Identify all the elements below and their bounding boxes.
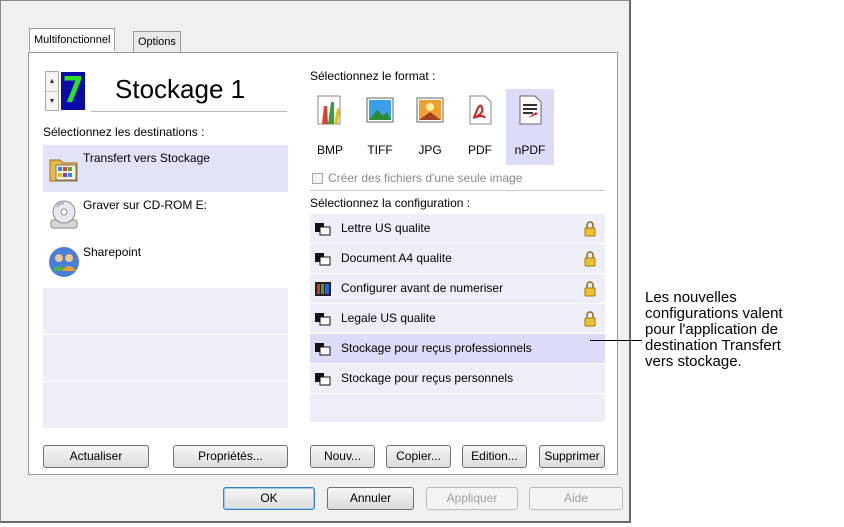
properties-button[interactable]: Propriétés... (173, 445, 288, 468)
cd-rom-icon (50, 200, 78, 229)
pdf-icon (469, 95, 492, 125)
jpg-icon (416, 97, 444, 123)
delete-config-button[interactable]: Supprimer (539, 445, 605, 468)
format-tiff-label: TIFF (367, 143, 393, 157)
config-item-label: Legale US qualite (341, 311, 436, 325)
tiff-icon (366, 97, 394, 123)
scanner-config-icon (315, 253, 331, 266)
single-image-label: Créer des fichiers d'une seule image (328, 171, 523, 185)
format-separator (310, 190, 605, 191)
scanner-config-icon (315, 313, 331, 326)
destination-label: Graver sur CD-ROM E: (83, 198, 208, 212)
ok-button[interactable]: OK (223, 487, 315, 510)
button-number: 7 (62, 70, 84, 111)
callout-line: vers stockage. (645, 353, 742, 370)
spinner-up-icon[interactable]: ▲ (46, 72, 58, 92)
destination-item-cd-rom[interactable]: Graver sur CD-ROM E: (43, 192, 288, 239)
tab-options[interactable]: Options (133, 31, 181, 52)
destination-item-transfert[interactable]: Transfert vers Stockage (43, 145, 288, 192)
config-item-recus-professionnels[interactable]: Stockage pour reçus professionnels (310, 334, 605, 364)
config-item-lettre-us[interactable]: Lettre US qualite (310, 214, 605, 244)
lock-icon (584, 311, 596, 327)
scanner-config-icon (315, 343, 331, 356)
help-button[interactable]: Aide (529, 487, 623, 510)
callout-line: pour l'application de (645, 321, 778, 338)
config-item-document-a4[interactable]: Document A4 qualite (310, 244, 605, 274)
format-pdf-label: PDF (468, 143, 492, 157)
cancel-button[interactable]: Annuler (327, 487, 414, 510)
callout-leader-line (590, 340, 642, 341)
lock-icon (584, 251, 596, 267)
config-item-label: Lettre US qualite (341, 221, 431, 235)
config-item-legale-us[interactable]: Legale US qualite (310, 304, 605, 334)
bmp-icon (317, 95, 341, 125)
callout-line: configurations valent (645, 305, 783, 322)
page-title: Stockage 1 (115, 74, 246, 104)
single-image-checkbox[interactable] (312, 173, 323, 184)
config-item-label: Stockage pour reçus personnels (341, 371, 514, 385)
format-pdf[interactable]: PDF (456, 89, 504, 165)
npdf-icon (519, 95, 542, 125)
spinner-down-icon[interactable]: ▼ (46, 92, 58, 111)
destination-label: Sharepoint (83, 245, 142, 259)
lock-icon (584, 221, 596, 237)
storage-folder-icon (49, 159, 78, 182)
new-config-button[interactable]: Nouv... (310, 445, 375, 468)
destination-empty-row (43, 381, 288, 428)
refresh-button[interactable]: Actualiser (43, 445, 149, 468)
destination-empty-row (43, 287, 288, 334)
scanner-config-icon (315, 223, 331, 236)
format-bmp[interactable]: BMP (306, 89, 354, 165)
button-number-display: 7 (61, 70, 85, 111)
destination-label: Transfert vers Stockage (83, 151, 210, 165)
copy-config-button[interactable]: Copier... (386, 445, 451, 468)
sharepoint-people-icon (49, 247, 79, 277)
config-item-recus-personnels[interactable]: Stockage pour reçus personnels (310, 364, 605, 394)
configuration-list: Lettre US qualite Document A4 qualite Co… (310, 214, 605, 422)
destination-empty-row (43, 334, 288, 381)
destination-item-sharepoint[interactable]: Sharepoint (43, 239, 288, 286)
destinations-list: Transfert vers Stockage Graver sur CD-RO… (43, 145, 288, 435)
config-item-label: Stockage pour reçus professionnels (341, 341, 532, 355)
apply-button[interactable]: Appliquer (426, 487, 518, 510)
callout-text: Les nouvelles configurations valent pour… (645, 290, 844, 370)
title-underline (91, 111, 287, 112)
callout-line: Les nouvelles (645, 289, 737, 306)
callout-line: destination Transfert (645, 337, 781, 354)
format-label: Sélectionnez le format : (310, 69, 436, 83)
lock-icon (584, 281, 596, 297)
format-npdf[interactable]: nPDF (506, 89, 554, 165)
config-spinner[interactable]: ▲ ▼ (45, 71, 59, 111)
config-item-configurer[interactable]: Configurer avant de numeriser (310, 274, 605, 304)
scanner-config-icon (315, 373, 331, 386)
tab-panel: ▲ ▼ 7 Stockage 1 Sélectionnez les destin… (28, 52, 618, 475)
format-jpg-label: JPG (418, 143, 442, 157)
destinations-label: Sélectionnez les destinations : (43, 125, 205, 139)
tab-multifonctionnel[interactable]: Multifonctionnel (29, 28, 116, 51)
format-bmp-label: BMP (316, 143, 343, 157)
edit-config-button[interactable]: Edition... (462, 445, 527, 468)
format-jpg[interactable]: JPG (406, 89, 454, 165)
config-item-label: Configurer avant de numeriser (341, 281, 504, 295)
color-config-icon (315, 282, 331, 296)
format-tiff[interactable]: TIFF (356, 89, 404, 165)
configuration-label: Sélectionnez la configuration : (310, 196, 471, 210)
format-npdf-label: nPDF (514, 143, 546, 157)
dialog-window: Multifonctionnel Options ▲ ▼ 7 Stockage … (0, 0, 631, 523)
config-item-label: Document A4 qualite (341, 251, 452, 265)
